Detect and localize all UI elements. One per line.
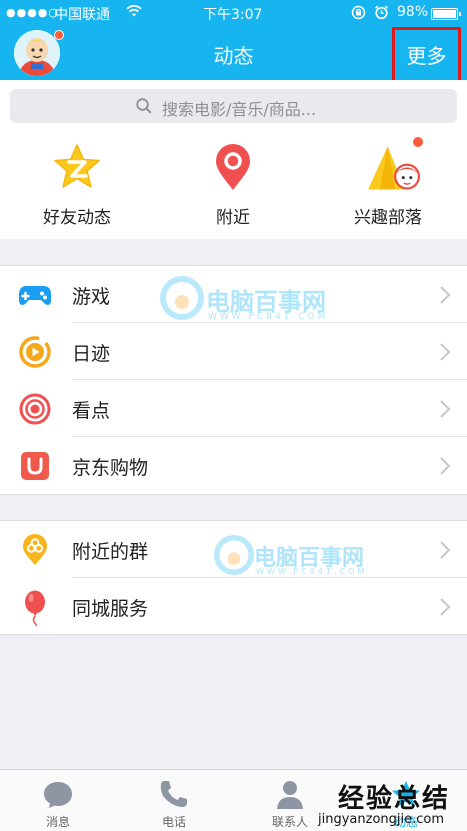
alarm-icon — [374, 5, 389, 23]
contact-person-icon — [277, 781, 303, 809]
list-item-label: 游戏 — [72, 286, 111, 308]
tribe-tent-icon — [368, 146, 420, 190]
balloon-icon — [25, 590, 45, 626]
list-item-local-services[interactable]: 同城服务 — [0, 578, 467, 635]
wifi-icon — [126, 4, 142, 22]
more-button[interactable]: 更多 — [392, 27, 461, 85]
signal-strength-icon: ●●●●○ — [6, 6, 59, 19]
search-icon — [136, 98, 152, 114]
corner-watermark-url: jingyanzongjie.com — [318, 812, 445, 827]
tab-phone[interactable]: 电话 — [116, 770, 232, 831]
chevron-right-icon — [440, 541, 451, 559]
quick-nearby[interactable]: 附近 — [173, 132, 293, 239]
list-item-highlights[interactable]: 看点 — [0, 380, 467, 437]
tab-label: 电话 — [161, 815, 186, 829]
list-item-label: 京东购物 — [72, 457, 149, 479]
feature-list-1: 游戏 日迹 看点 京东购物 — [0, 265, 467, 495]
search-input[interactable]: 搜索电影/音乐/商品... — [10, 89, 457, 123]
corner-watermark: 经验总结 jingyanzongjie.com — [318, 778, 467, 831]
quick-friends-feed[interactable]: 好友动态 — [17, 132, 137, 239]
play-circle-icon — [19, 336, 51, 368]
notification-dot — [413, 137, 423, 147]
quick-interest-tribe[interactable]: 兴趣部落 — [328, 132, 448, 239]
battery-level — [433, 10, 456, 18]
list-item-games[interactable]: 游戏 — [0, 266, 467, 323]
battery-percentage: 98% — [397, 4, 429, 20]
list-item-nearby-groups[interactable]: 附近的群 — [0, 521, 467, 578]
qzone-star-icon — [54, 144, 100, 188]
list-item-daily-trace[interactable]: 日迹 — [0, 323, 467, 380]
tab-label: 消息 — [45, 815, 70, 829]
list-item-jd-shopping[interactable]: 京东购物 — [0, 437, 467, 494]
status-bar: ●●●●○ 中国联通 下午3:07 98% — [0, 0, 467, 26]
shopping-bag-icon — [21, 452, 49, 480]
tab-messages[interactable]: 消息 — [0, 770, 116, 831]
quick-label: 兴趣部落 — [354, 208, 422, 228]
list-item-label: 日迹 — [72, 343, 111, 365]
chevron-right-icon — [440, 598, 451, 616]
quick-label: 好友动态 — [43, 208, 111, 228]
orientation-lock-icon — [351, 5, 366, 23]
corner-watermark-title: 经验总结 — [338, 784, 451, 814]
status-time: 下午3:07 — [203, 7, 263, 23]
chevron-right-icon — [440, 343, 451, 361]
list-item-label: 附近的群 — [72, 541, 149, 563]
search-placeholder: 搜索电影/音乐/商品... — [162, 100, 317, 119]
quick-label: 附近 — [216, 208, 250, 228]
chevron-right-icon — [440, 286, 451, 304]
list-item-label: 同城服务 — [72, 598, 149, 620]
gamepad-icon — [19, 286, 51, 305]
nearby-group-icon — [23, 534, 47, 565]
phone-icon — [160, 781, 187, 807]
quick-actions: 好友动态 附近 兴趣部落 — [0, 132, 467, 239]
notification-dot — [54, 30, 64, 40]
eye-icon — [19, 393, 51, 425]
search-area: 搜索电影/音乐/商品... — [0, 80, 467, 132]
chevron-right-icon — [440, 457, 451, 475]
carrier-label: 中国联通 — [54, 7, 110, 23]
nav-bar: 动态 更多 — [0, 26, 467, 85]
message-bubble-icon — [44, 782, 72, 808]
chevron-right-icon — [440, 400, 451, 418]
battery-icon — [431, 8, 461, 20]
list-item-label: 看点 — [72, 400, 111, 422]
location-pin-icon — [216, 144, 250, 190]
feature-list-2: 附近的群 同城服务 — [0, 520, 467, 635]
